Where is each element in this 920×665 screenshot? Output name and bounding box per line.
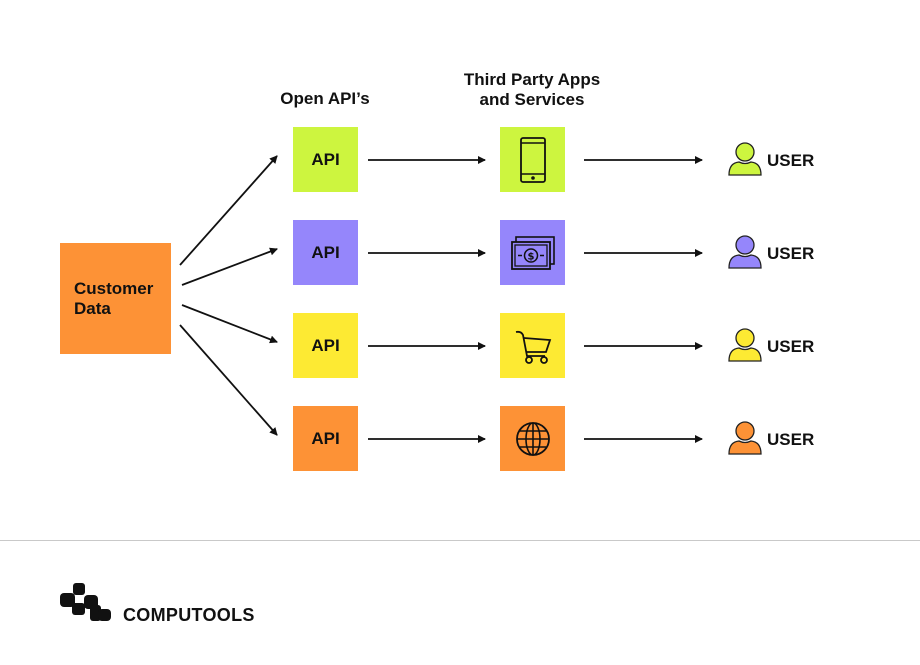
arrow-customer-to-api-1 <box>179 155 278 266</box>
user-label-1: USER <box>767 151 815 170</box>
footer-divider <box>0 540 920 541</box>
arrow-customer-to-api-3 <box>181 304 278 344</box>
user-label-2: USER <box>767 244 815 263</box>
arrow-customer-to-api-4 <box>179 324 278 436</box>
user-icon-3 <box>728 328 762 362</box>
user-icon-4 <box>728 421 762 455</box>
brand-name: COMPUTOOLS <box>123 605 255 625</box>
computools-logo-icon <box>60 583 111 621</box>
user-icon-2 <box>728 235 762 269</box>
user-label-4: USER <box>767 430 815 449</box>
arrows-layer <box>179 142 762 455</box>
arrow-customer-to-api-2 <box>181 247 278 286</box>
user-icon-1 <box>728 142 762 176</box>
user-label-3: USER <box>767 337 815 356</box>
